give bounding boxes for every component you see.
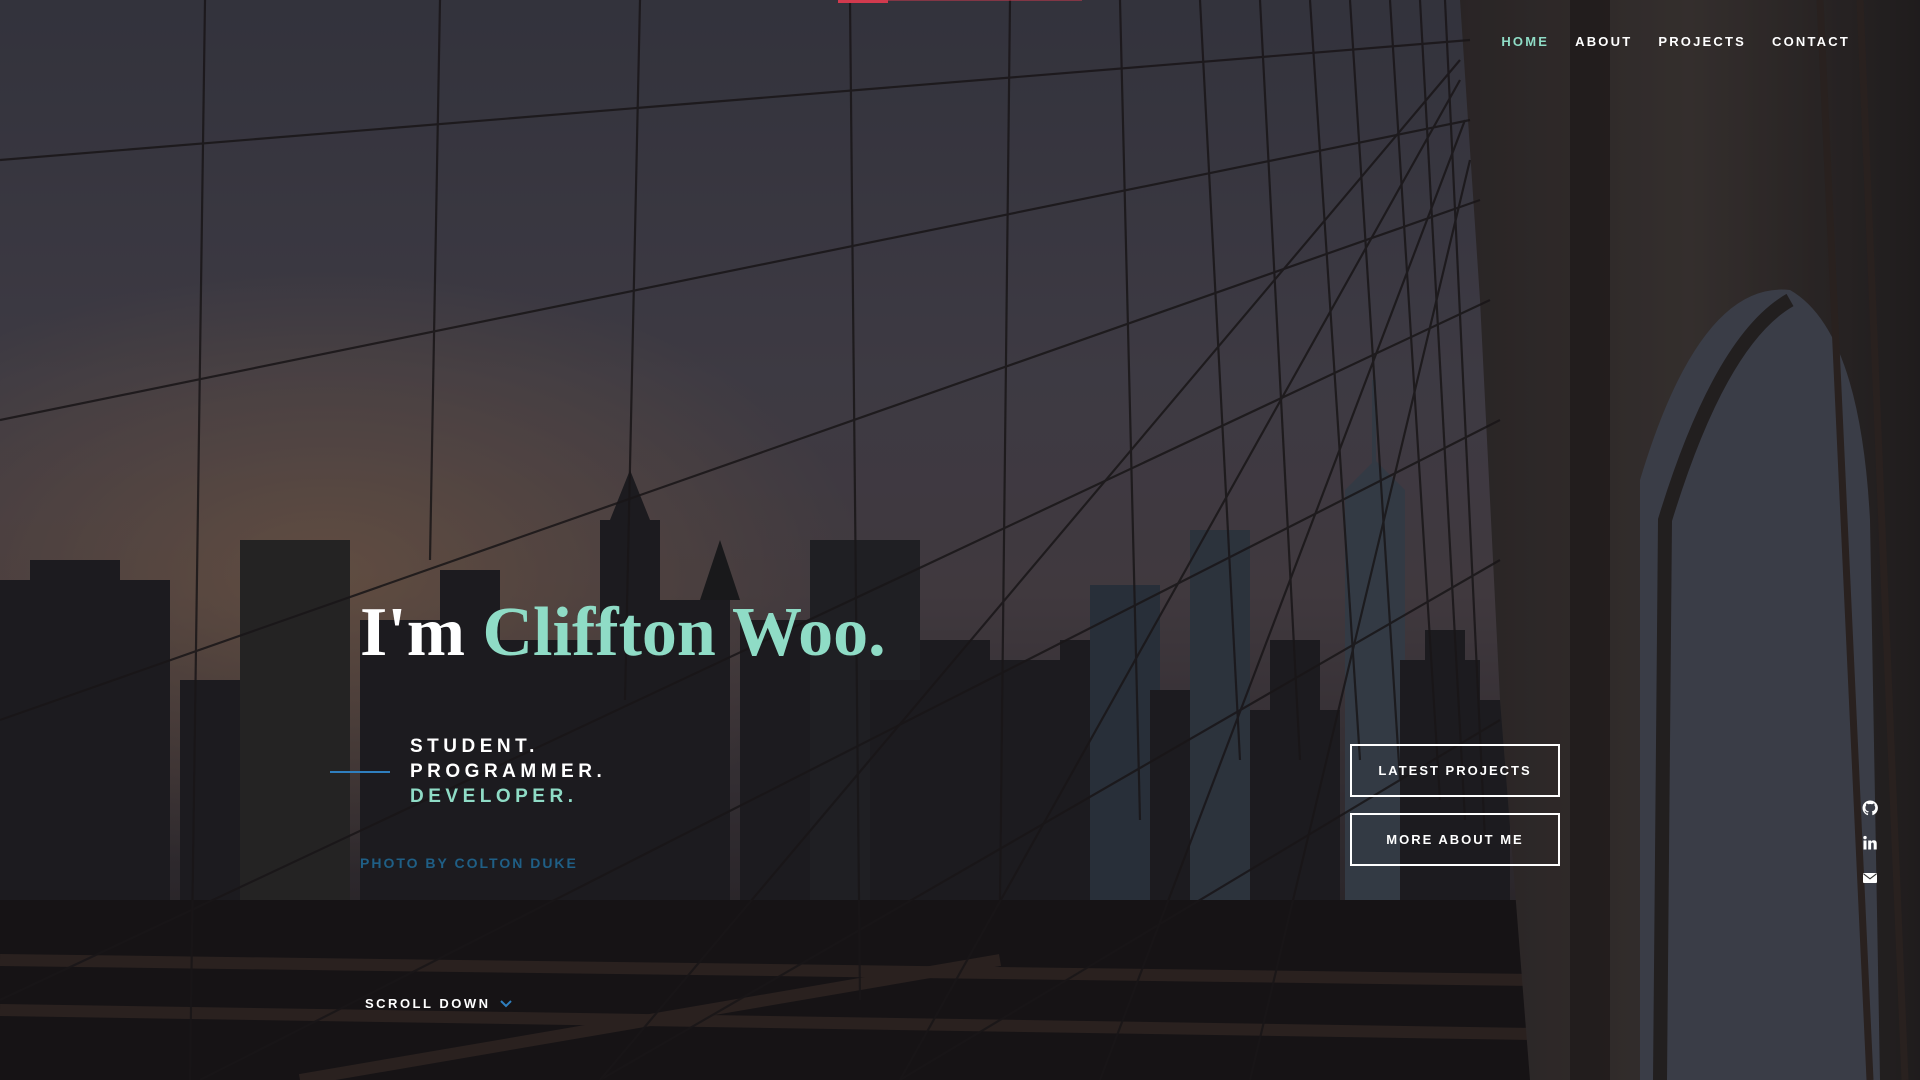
chevron-down-icon — [500, 999, 513, 1008]
tagline-rule — [330, 771, 390, 773]
tagline-developer: DEVELOPER. — [410, 786, 578, 807]
linkedin-icon[interactable] — [1862, 835, 1878, 851]
hero-tagline: STUDENT. PROGRAMMER. DEVELOPER. — [410, 734, 606, 809]
latest-projects-button[interactable]: LATEST PROJECTS — [1350, 744, 1560, 797]
hero-dark-overlay — [0, 0, 1920, 1080]
top-accent-bar — [838, 0, 888, 3]
nav-projects[interactable]: PROJECTS — [1658, 34, 1746, 49]
more-about-me-button[interactable]: MORE ABOUT ME — [1350, 813, 1560, 866]
scroll-down-link[interactable]: SCROLL DOWN — [365, 996, 513, 1011]
hero-heading-name: Cliffton Woo. — [482, 594, 886, 671]
tagline-student: STUDENT. — [410, 736, 539, 757]
hero-heading: I'm Cliffton Woo. — [360, 588, 886, 678]
social-links — [1862, 800, 1878, 886]
nav-contact[interactable]: CONTACT — [1772, 34, 1850, 49]
hero-section: HOME ABOUT PROJECTS CONTACT I'm Cliffton… — [0, 0, 1920, 1080]
tagline-programmer: PROGRAMMER. — [410, 761, 607, 782]
photo-credit-link[interactable]: PHOTO BY COLTON DUKE — [360, 855, 578, 871]
hero-heading-prefix: I'm — [360, 594, 483, 671]
nav-about[interactable]: ABOUT — [1575, 34, 1632, 49]
main-nav: HOME ABOUT PROJECTS CONTACT — [1501, 34, 1850, 49]
scroll-down-label: SCROLL DOWN — [365, 996, 491, 1011]
nav-home[interactable]: HOME — [1501, 34, 1549, 49]
top-accent-line — [888, 0, 1082, 1]
mail-icon[interactable] — [1862, 870, 1878, 886]
github-icon[interactable] — [1862, 800, 1878, 816]
